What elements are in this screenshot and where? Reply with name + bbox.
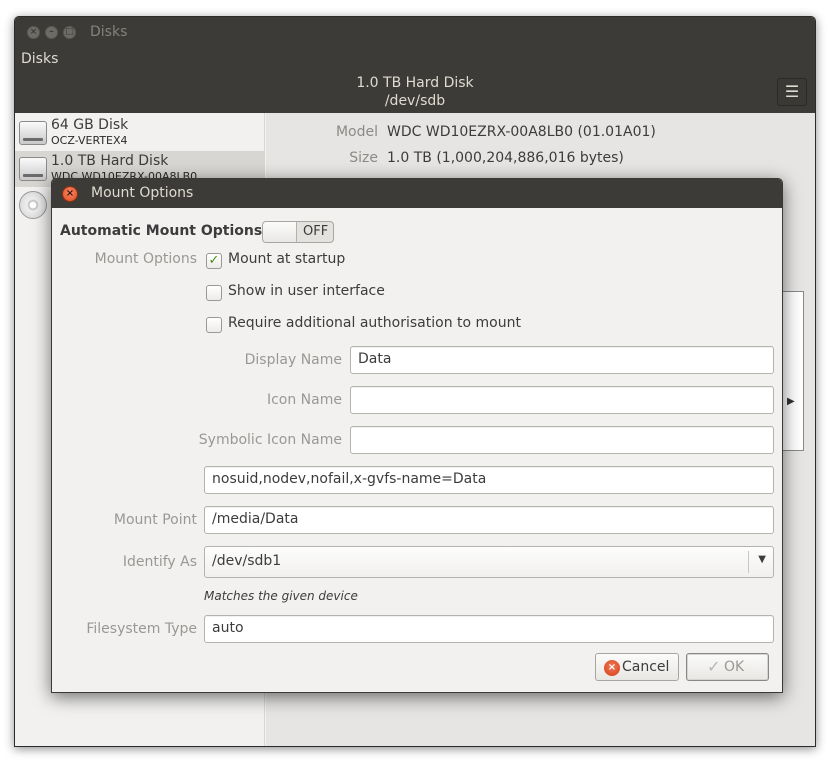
checkbox-icon[interactable] <box>206 285 222 301</box>
menubar: Disks <box>15 47 815 73</box>
checkmark-icon: ✓ <box>707 657 721 676</box>
size-label: Size <box>349 150 378 166</box>
mount-options-field[interactable]: nosuid,nodev,nofail,x-gvfs-name=Data <box>204 466 774 494</box>
automatic-mount-options-label: Automatic Mount Options <box>60 223 263 239</box>
header-title: 1.0 TB Hard Disk <box>356 75 474 91</box>
checkbox-label: Mount at startup <box>228 251 346 267</box>
ok-button[interactable]: ✓ OK <box>686 653 769 681</box>
symbolic-icon-name-field[interactable] <box>350 426 774 454</box>
cancel-button-label: Cancel <box>622 659 670 675</box>
checkbox-icon[interactable] <box>206 317 222 333</box>
window-minimize-icon[interactable]: – <box>45 26 58 39</box>
drive-name: 1.0 TB Hard Disk <box>51 153 169 169</box>
identify-as-label: Identify As <box>122 554 197 570</box>
size-value: 1.0 TB (1,000,204,886,016 bytes) <box>387 150 624 166</box>
mount-options-dialog: × Mount Options Automatic Mount Options … <box>51 178 783 693</box>
switch-state: OFF <box>303 224 329 239</box>
mount-options-label: Mount Options <box>94 251 197 267</box>
window-titlebar: × – □ Disks <box>15 17 815 47</box>
symbolic-icon-name-label: Symbolic Icon Name <box>198 432 342 448</box>
menu-hamburger-icon[interactable]: ☰ <box>777 78 807 106</box>
display-name-field[interactable]: Data <box>350 346 774 374</box>
window-close-icon[interactable]: × <box>27 26 40 39</box>
scroll-right-icon[interactable]: ▶ <box>787 396 795 407</box>
switch-knob <box>263 222 297 242</box>
model-value: WDC WD10EZRX-00A8LB0 (01.01A01) <box>387 124 656 140</box>
filesystem-type-field[interactable]: auto <box>204 615 774 643</box>
window-maximize-icon[interactable]: □ <box>63 26 76 39</box>
drive-model: OCZ-VERTEX4 <box>51 134 128 147</box>
optical-disc-icon <box>19 191 47 219</box>
dialog-title: Mount Options <box>91 185 194 201</box>
mount-point-label: Mount Point <box>113 512 197 528</box>
model-label: Model <box>335 124 378 140</box>
checkbox-label: Require additional authorisation to moun… <box>228 315 521 331</box>
chevron-down-icon[interactable]: ▼ <box>758 554 766 565</box>
mount-point-field[interactable]: /media/Data <box>204 506 774 534</box>
window-title: Disks <box>90 24 128 40</box>
checkbox-label: Show in user interface <box>228 283 385 299</box>
dialog-titlebar: × Mount Options <box>52 179 782 208</box>
checkbox-checked-icon[interactable]: ✓ <box>206 253 222 269</box>
menu-disks[interactable]: Disks <box>21 51 58 67</box>
cancel-icon: × <box>604 660 620 676</box>
dropdown-separator <box>748 551 749 573</box>
hard-disk-icon <box>19 121 47 145</box>
cancel-button[interactable]: × Cancel <box>595 653 679 681</box>
hard-disk-icon <box>19 157 47 181</box>
drive-name: 64 GB Disk <box>51 117 129 133</box>
sidebar-item-64gb-disk[interactable]: 64 GB Disk OCZ-VERTEX4 <box>15 115 265 151</box>
filesystem-type-label: Filesystem Type <box>86 621 197 637</box>
header-subtitle: /dev/sdb <box>384 93 446 109</box>
identify-as-value: /dev/sdb1 <box>212 553 282 569</box>
icon-name-field[interactable] <box>350 386 774 414</box>
icon-name-label: Icon Name <box>266 392 342 408</box>
header-bar: 1.0 TB Hard Disk /dev/sdb ☰ <box>15 73 815 113</box>
automatic-mount-switch[interactable]: OFF <box>262 221 334 243</box>
display-name-label: Display Name <box>244 352 342 368</box>
identify-as-dropdown[interactable]: /dev/sdb1 ▼ <box>204 546 774 578</box>
ok-button-label: OK <box>724 659 745 675</box>
identify-as-hint: Matches the given device <box>204 589 358 603</box>
dialog-close-icon[interactable]: × <box>62 186 78 202</box>
